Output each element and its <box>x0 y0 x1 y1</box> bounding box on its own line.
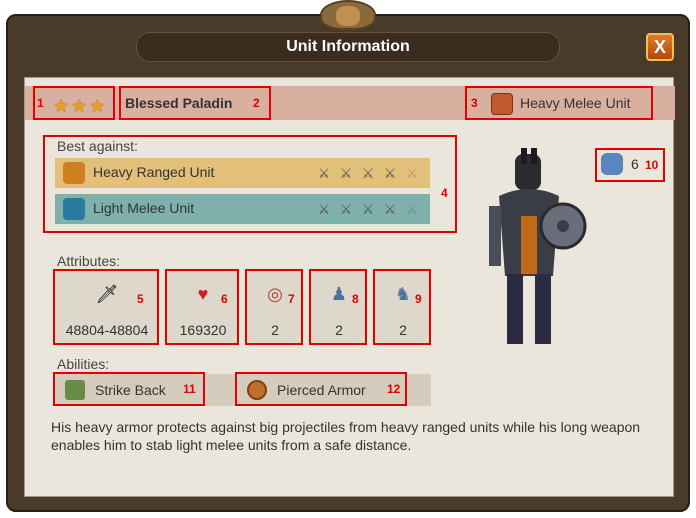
star-icon: ★ <box>89 96 106 116</box>
annotation-label-12: 12 <box>387 382 401 396</box>
unit-count: 6 <box>631 156 639 172</box>
star-icon: ★ <box>71 96 88 116</box>
annotation-label-1: 1 <box>37 96 44 110</box>
annotation-box-6 <box>165 269 239 345</box>
attributes-label: Attributes: <box>57 253 121 269</box>
crossed-swords-icon: ⚔ <box>383 201 397 217</box>
annotation-label-10: 10 <box>645 158 659 172</box>
crossed-swords-icon: ⚔ <box>361 165 375 181</box>
annotation-label-5: 5 <box>137 292 144 306</box>
annotation-box-12 <box>235 372 407 406</box>
best-against-row: Heavy Ranged Unit ⚔ ⚔ ⚔ ⚔ ⚔ <box>55 158 430 188</box>
annotation-label-2: 2 <box>253 96 260 110</box>
annotation-box-8 <box>309 269 367 345</box>
unit-type: Heavy Melee Unit <box>520 95 631 111</box>
best-against-row: Light Melee Unit ⚔ ⚔ ⚔ ⚔ ⚔ <box>55 194 430 224</box>
annotation-label-6: 6 <box>221 292 228 306</box>
annotation-box-9 <box>373 269 431 345</box>
crossed-swords-icon: ⚔ <box>405 165 419 181</box>
crossed-swords-icon: ⚔ <box>317 201 331 217</box>
annotation-box-7 <box>245 269 303 345</box>
star-icon: ★ <box>53 96 70 116</box>
unit-info-panel: 1 ★ ★ ★ Blessed Paladin 2 3 Heavy Melee … <box>24 77 675 497</box>
annotation-box-5 <box>53 269 159 345</box>
crossed-swords-icon: ⚔ <box>317 165 331 181</box>
bonus-rating: ⚔ ⚔ ⚔ ⚔ ⚔ <box>315 200 421 218</box>
annotation-label-7: 7 <box>288 292 295 306</box>
lion-crest-icon <box>320 0 376 30</box>
fist-icon <box>491 93 513 115</box>
best-against-name: Heavy Ranged Unit <box>93 164 215 180</box>
annotation-label-11: 11 <box>183 382 196 396</box>
crossed-swords-icon: ⚔ <box>339 165 353 181</box>
unit-name: Blessed Paladin <box>125 95 233 111</box>
window-title: Unit Information <box>136 32 560 62</box>
fist-shield-icon <box>63 162 85 184</box>
crossed-swords-icon: ⚔ <box>383 165 397 181</box>
crossed-swords-icon: ⚔ <box>361 201 375 217</box>
best-against-label: Best against: <box>57 138 138 154</box>
unit-portrait <box>489 148 587 344</box>
sword-icon <box>63 198 85 220</box>
crossed-swords-icon: ⚔ <box>339 201 353 217</box>
bonus-rating: ⚔ ⚔ ⚔ ⚔ ⚔ <box>315 164 421 182</box>
annotation-label-8: 8 <box>352 292 359 306</box>
abilities-label: Abilities: <box>57 356 110 372</box>
unit-description: His heavy armor protects against big pro… <box>51 419 641 453</box>
annotation-label-3: 3 <box>471 96 478 110</box>
close-button[interactable]: X <box>646 33 674 61</box>
annotation-label-4: 4 <box>441 186 448 200</box>
units-icon <box>601 153 623 175</box>
annotation-label-9: 9 <box>415 292 422 306</box>
star-rating: ★ ★ ★ <box>53 96 105 117</box>
best-against-name: Light Melee Unit <box>93 200 195 216</box>
crossed-swords-icon: ⚔ <box>405 201 419 217</box>
